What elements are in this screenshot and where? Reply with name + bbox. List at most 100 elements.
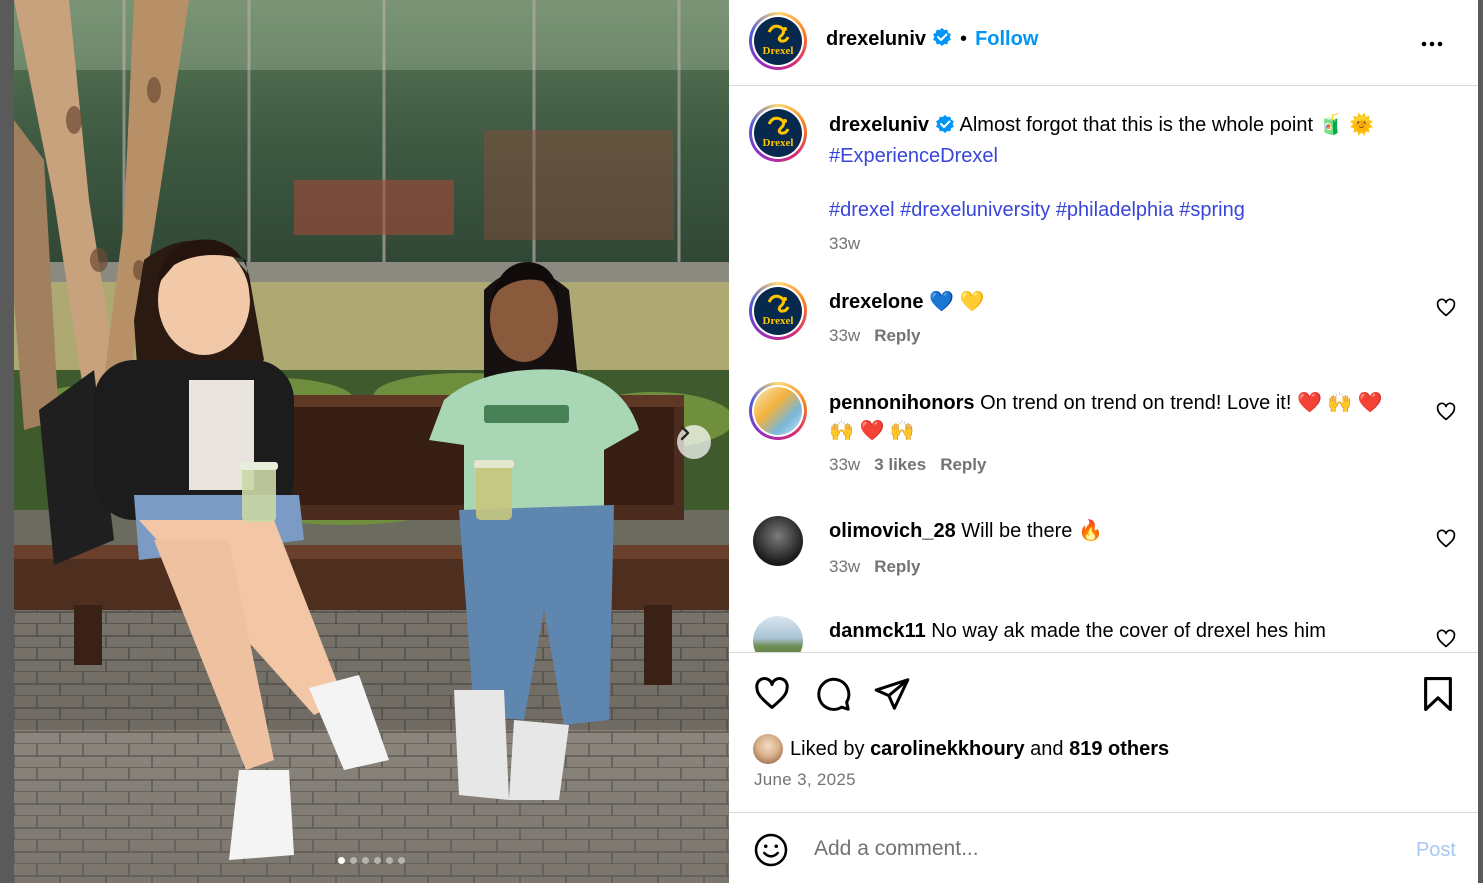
comment-username[interactable]: pennonihonors — [829, 392, 975, 414]
comment-input[interactable] — [814, 837, 1374, 861]
comment-text: Will be there 🔥 — [961, 520, 1103, 542]
comment-likes-count[interactable]: 3 likes — [874, 455, 926, 474]
liked-and: and — [1030, 737, 1064, 760]
comment-text: No way ak made the cover of drexel hes h… — [931, 620, 1326, 642]
comment-like-button[interactable] — [1436, 629, 1456, 652]
comments-scroll-area[interactable]: Drexel drexeluniv Almost forgot that thi… — [729, 87, 1478, 653]
comment-item: olimovich_28 Will be there 🔥 33w Reply — [729, 515, 1478, 605]
hashtag-link[interactable]: #drexeluniversity — [900, 199, 1050, 221]
reply-button[interactable]: Reply — [874, 326, 920, 345]
chevron-right-icon — [680, 425, 690, 441]
emoji-picker-button[interactable] — [753, 832, 789, 873]
comment-like-button[interactable] — [1436, 402, 1456, 427]
carousel-dot[interactable] — [350, 857, 357, 864]
paper-plane-icon — [874, 678, 910, 710]
smiley-icon — [754, 833, 788, 867]
caption-line: drexeluniv Almost forgot that this is th… — [829, 111, 1429, 142]
add-comment-bar: Post — [729, 813, 1478, 883]
comment-avatar[interactable]: Drexel — [749, 282, 807, 340]
backdrop-right — [1478, 0, 1483, 883]
carousel-dot[interactable] — [374, 857, 381, 864]
carousel-next-button[interactable] — [677, 425, 711, 459]
verified-badge-icon — [935, 114, 955, 142]
more-horizontal-icon — [1421, 41, 1443, 47]
comment-item: pennonihonors On trend on trend on trend… — [729, 382, 1478, 502]
comment-username[interactable]: drexelone — [829, 291, 923, 313]
comment-like-button[interactable] — [1436, 298, 1456, 323]
post-comment-button[interactable]: Post — [1416, 839, 1456, 862]
caption-text: Almost forgot that this is the whole poi… — [959, 114, 1314, 136]
comment-username[interactable]: danmck11 — [829, 620, 926, 642]
carousel-dot[interactable] — [386, 857, 393, 864]
save-button[interactable] — [1421, 675, 1455, 718]
comment-avatar[interactable] — [753, 616, 803, 652]
svg-text:Drexel: Drexel — [763, 137, 794, 149]
drexel-dragon-logo: Drexel — [754, 17, 802, 65]
heart-outline-icon — [1436, 629, 1456, 648]
comment-time[interactable]: 33w — [829, 557, 860, 576]
comment-text: 💙 💛 — [929, 291, 985, 313]
hashtag-link[interactable]: #spring — [1179, 199, 1245, 221]
heart-outline-icon — [755, 677, 789, 709]
bookmark-icon — [1424, 677, 1452, 711]
carousel-dot[interactable] — [398, 857, 405, 864]
comment-button[interactable] — [814, 675, 852, 718]
likes-count-link[interactable]: 819 others — [1069, 738, 1169, 761]
likes-summary: Liked by carolinekkhoury and 819 others — [753, 734, 1169, 764]
caption-text-block: drexeluniv Almost forgot that this is th… — [829, 111, 1429, 254]
comment-item: Drexel drexelone 💙 💛 33w Reply — [729, 282, 1478, 372]
drexel-dragon-logo: Drexel — [754, 287, 802, 335]
comment-meta: 33w Reply — [829, 326, 984, 346]
backdrop-left — [0, 0, 14, 883]
pennoni-avatar-image — [754, 387, 802, 435]
comment-avatar[interactable] — [749, 382, 807, 440]
verified-badge-icon — [932, 27, 952, 52]
carousel-dot[interactable] — [362, 857, 369, 864]
separator-dot: • — [960, 28, 968, 50]
heart-outline-icon — [1436, 402, 1456, 421]
post-photo[interactable] — [14, 0, 729, 883]
comment-body: drexelone 💙 💛 33w Reply — [829, 288, 984, 346]
reply-button[interactable]: Reply — [874, 557, 920, 576]
caption-timestamp[interactable]: 33w — [829, 234, 1429, 254]
comment-body: pennonihonors On trend on trend on trend… — [829, 389, 1419, 475]
comment-like-button[interactable] — [1436, 529, 1456, 554]
like-button[interactable] — [753, 675, 791, 718]
hashtags-line: #drexel #drexeluniversity #philadelphia … — [829, 196, 1429, 224]
liker-username[interactable]: carolinekkhoury — [870, 738, 1025, 761]
comment-meta: 33w 3 likes Reply — [829, 455, 1419, 475]
carousel-dot[interactable] — [338, 857, 345, 864]
post-header: Drexel drexeluniv • Follow — [729, 0, 1478, 86]
photo-illustration — [14, 0, 729, 883]
comment-username[interactable]: olimovich_28 — [829, 520, 956, 542]
hashtag-link[interactable]: #philadelphia — [1056, 199, 1174, 221]
caption-username[interactable]: drexeluniv — [829, 114, 929, 136]
caption-emoji: 🧃 🌞 — [1318, 114, 1374, 136]
liker-avatar[interactable] — [753, 734, 783, 764]
hashtag-link[interactable]: #drexel — [829, 199, 895, 221]
comment-body: danmck11 No way ak made the cover of dre… — [829, 617, 1326, 645]
caption-line-2: #ExperienceDrexel — [829, 142, 1429, 170]
reply-button[interactable]: Reply — [940, 455, 986, 474]
header-title-row: drexeluniv • Follow — [826, 27, 1038, 52]
hashtag-link[interactable]: #ExperienceDrexel — [829, 145, 998, 167]
instagram-post-modal: Drexel drexeluniv • Follow Drexel drexel… — [0, 0, 1483, 883]
share-button[interactable] — [873, 675, 911, 718]
comment-bubble-icon — [817, 677, 851, 711]
post-date[interactable]: June 3, 2025 — [754, 770, 856, 790]
comment-text: On trend on trend on trend! Love it! ❤️ … — [980, 392, 1383, 414]
author-username[interactable]: drexeluniv — [826, 28, 926, 51]
post-details-panel: Drexel drexeluniv • Follow Drexel drexel… — [729, 0, 1478, 883]
heart-outline-icon — [1436, 529, 1456, 548]
author-avatar[interactable]: Drexel — [749, 12, 807, 70]
caption-avatar[interactable]: Drexel — [749, 104, 807, 162]
comment-avatar[interactable] — [753, 516, 803, 566]
follow-button[interactable]: Follow — [975, 28, 1038, 51]
comment-time[interactable]: 33w — [829, 455, 860, 474]
comment-body: olimovich_28 Will be there 🔥 33w Reply — [829, 517, 1103, 577]
caption-block: Drexel drexeluniv Almost forgot that thi… — [729, 87, 1478, 267]
comment-time[interactable]: 33w — [829, 326, 860, 345]
more-options-button[interactable] — [1420, 32, 1444, 61]
drexel-dragon-logo: Drexel — [754, 109, 802, 157]
comment-item: danmck11 No way ak made the cover of dre… — [729, 615, 1478, 652]
